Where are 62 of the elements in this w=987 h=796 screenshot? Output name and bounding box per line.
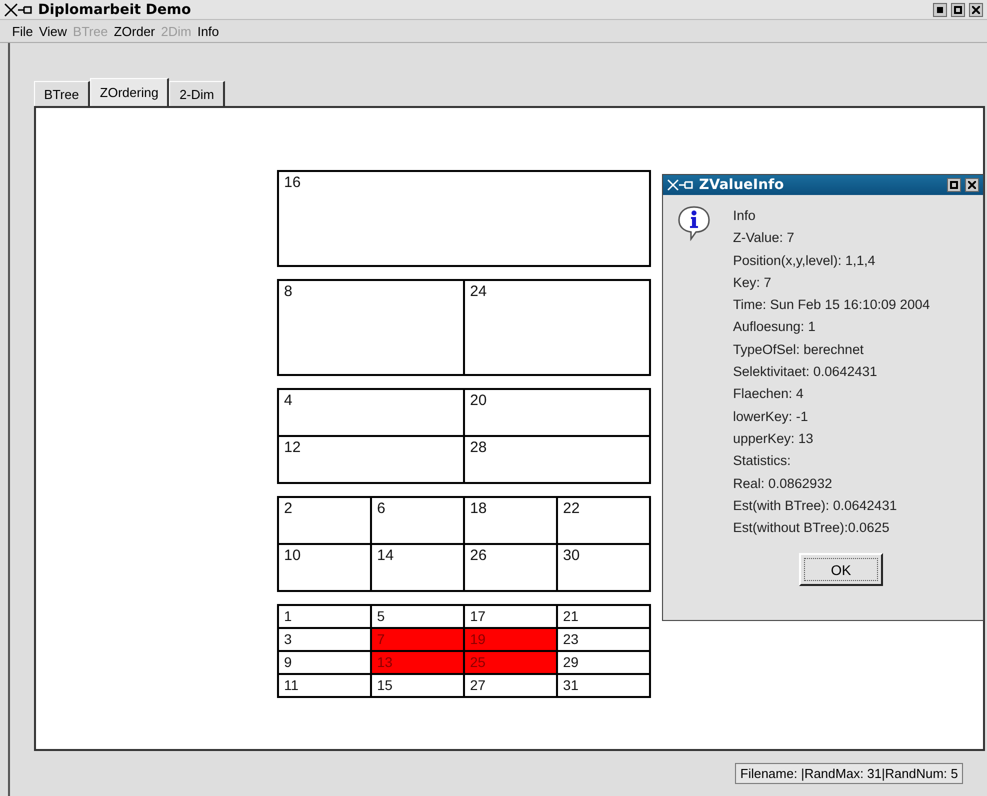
- grid-cell[interactable]: 21: [557, 605, 650, 628]
- ok-button[interactable]: OK: [799, 553, 883, 586]
- dialog-title: ZValueInfo: [699, 177, 785, 193]
- menu-item[interactable]: ZOrder: [114, 24, 155, 39]
- window-title: Diplomarbeit Demo: [38, 2, 192, 18]
- grid-cell[interactable]: 15: [371, 674, 464, 697]
- grid-cell[interactable]: 30: [557, 544, 650, 591]
- grid-cell[interactable]: 28: [464, 436, 650, 483]
- tab[interactable]: BTree: [34, 81, 90, 106]
- menu-item[interactable]: Info: [197, 24, 220, 39]
- grid-cell[interactable]: 3: [278, 628, 371, 651]
- menu-item[interactable]: File: [12, 24, 33, 39]
- info-line: Z-Value: 7: [733, 229, 796, 248]
- grid-cell[interactable]: 22: [557, 497, 650, 544]
- maximize-button[interactable]: [951, 2, 965, 17]
- grid-cell[interactable]: 14: [371, 544, 464, 591]
- grid-cell[interactable]: 31: [557, 674, 650, 697]
- info-icon: [677, 205, 711, 241]
- grid-cell[interactable]: 5: [371, 605, 464, 628]
- grid-cell[interactable]: 26: [464, 544, 557, 591]
- info-line: TypeOfSel: berechnet: [733, 340, 865, 359]
- maximize-button[interactable]: [947, 178, 961, 192]
- status-bar: Filename: |RandMax: 31|RandNum: 5: [735, 763, 963, 784]
- info-line: Est(with BTree): 0.0642431: [733, 496, 898, 515]
- grid-cell[interactable]: 24: [464, 280, 650, 375]
- tab[interactable]: ZOrdering: [90, 78, 170, 106]
- close-button[interactable]: [965, 178, 979, 192]
- grid-cell[interactable]: 8: [278, 280, 464, 375]
- info-line: Key: 7: [733, 274, 772, 292]
- info-line: Position(x,y,level): 1,1,4: [733, 252, 876, 270]
- grid-cell[interactable]: 27: [464, 674, 557, 697]
- grid-cell[interactable]: 17: [464, 605, 557, 628]
- grid-cell[interactable]: 9: [278, 651, 371, 674]
- grid-cell[interactable]: 23: [557, 628, 650, 651]
- info-line: Real: 0.0862932: [733, 474, 834, 493]
- grid-cell[interactable]: 18: [464, 497, 557, 544]
- grid-cell[interactable]: 11: [278, 674, 371, 697]
- info-line: upperKey: 13: [733, 430, 814, 448]
- grid-cell[interactable]: 16: [278, 171, 650, 266]
- grid-cell[interactable]: 1: [278, 605, 371, 628]
- grid-cell[interactable]: 6: [371, 497, 464, 544]
- info-line: Info: [733, 207, 757, 225]
- close-button[interactable]: [969, 2, 983, 17]
- minimize-icon: [937, 6, 943, 13]
- grid-cell[interactable]: 2: [278, 497, 371, 544]
- pin-icon: [4, 2, 34, 17]
- grid-cell[interactable]: 29: [557, 651, 650, 674]
- grid-cell[interactable]: 20: [464, 389, 650, 436]
- info-line: Aufloesung: 1: [733, 318, 817, 336]
- info-line: Selektivitaet: 0.0642431: [733, 363, 878, 382]
- info-line: Flaechen: 4: [733, 385, 805, 404]
- grid-cell[interactable]: 10: [278, 544, 371, 591]
- menu-item[interactable]: View: [38, 24, 67, 39]
- minimize-button[interactable]: [933, 2, 947, 17]
- info-line: Time: Sun Feb 15 16:10:09 2004: [733, 296, 930, 314]
- grid-cell[interactable]: 4: [278, 389, 464, 436]
- pin-icon: [667, 179, 695, 191]
- tab[interactable]: 2-Dim: [169, 81, 226, 106]
- info-line: Statistics:: [733, 452, 792, 470]
- grid-cell[interactable]: 12: [278, 436, 464, 483]
- info-line: Est(without BTree):0.0625: [733, 519, 890, 538]
- info-line: lowerKey: -1: [733, 408, 810, 426]
